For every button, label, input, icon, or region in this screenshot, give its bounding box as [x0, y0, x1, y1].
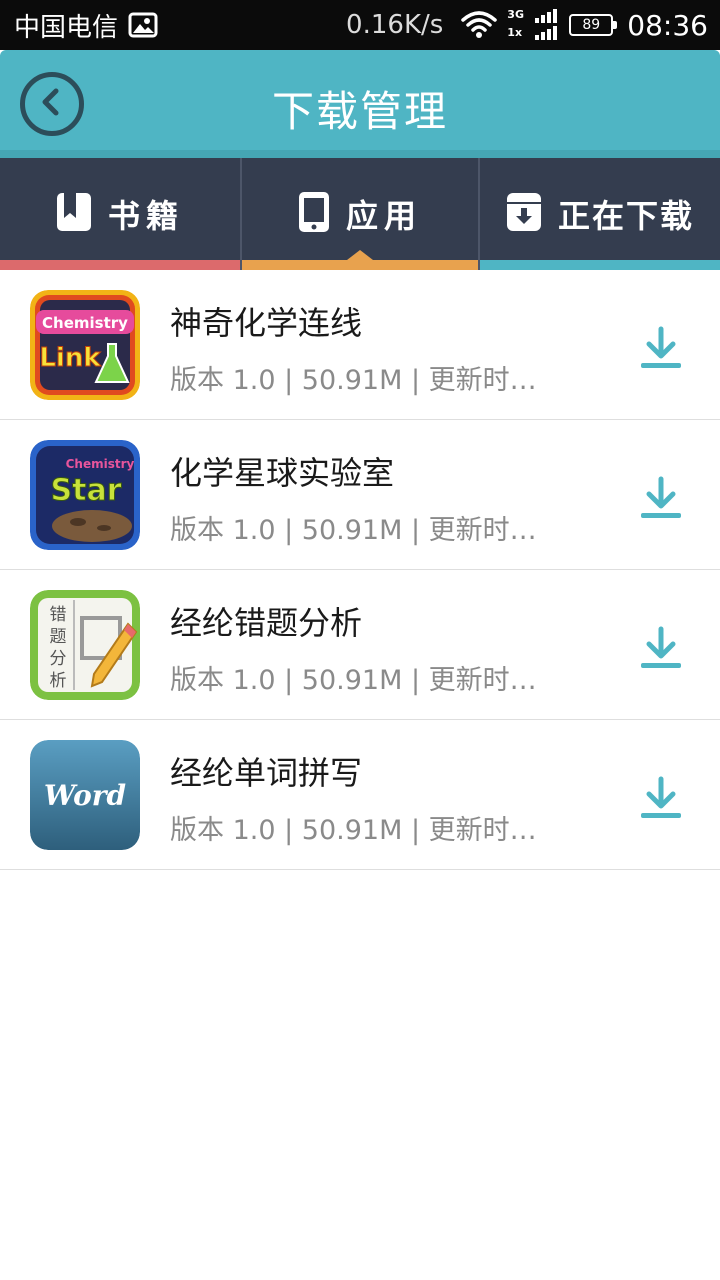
icon-text: Star — [51, 473, 122, 508]
download-button[interactable] — [638, 625, 684, 671]
status-time: 08:36 — [627, 8, 708, 42]
tab-books-indicator — [0, 260, 240, 270]
app-list: Chemistry Link 神奇化学连线 版本 1.0 | 50.91M | … — [0, 270, 720, 870]
header: 下载管理 — [0, 50, 720, 158]
tab-books[interactable]: 书籍 — [0, 158, 240, 270]
tab-apps-label: 应用 — [345, 197, 422, 235]
download-button[interactable] — [638, 325, 684, 371]
icon-text: Chemistry — [66, 457, 135, 471]
error-analysis-icon: 错 题 分 析 — [30, 590, 140, 700]
cellular-signal-icon: 3G 1x — [507, 8, 559, 42]
carrier-name: 中国电信 — [14, 12, 119, 43]
icon-text: 错 — [50, 605, 67, 625]
icon-text: 题 — [50, 627, 67, 647]
list-item[interactable]: 错 题 分 析 经纶错题分析 版本 1.0 | 50.91M | 更新时… — [0, 570, 720, 720]
phone-icon — [298, 191, 330, 237]
download-button[interactable] — [638, 475, 684, 521]
app-name: 经纶单词拼写 — [170, 754, 363, 792]
icon-text: Word — [44, 779, 126, 812]
tab-books-label: 书籍 — [107, 197, 184, 235]
download-icon — [641, 626, 681, 668]
app-name: 化学星球实验室 — [170, 454, 395, 492]
app-name: 经纶错题分析 — [170, 604, 363, 642]
network-speed: 0.16K/s — [346, 10, 444, 40]
icon-text: Chemistry — [42, 314, 128, 332]
app-meta: 版本 1.0 | 50.91M | 更新时… — [170, 365, 537, 396]
list-item[interactable]: Word 经纶单词拼写 版本 1.0 | 50.91M | 更新时… — [0, 720, 720, 870]
word-spelling-icon: Word — [30, 740, 140, 850]
app-meta: 版本 1.0 | 50.91M | 更新时… — [170, 665, 537, 696]
icon-text: 析 — [50, 671, 67, 691]
list-item[interactable]: Chemistry Link 神奇化学连线 版本 1.0 | 50.91M | … — [0, 270, 720, 420]
tab-downloading-indicator — [480, 260, 720, 270]
wifi-icon — [461, 10, 498, 40]
chemistry-star-icon: Chemistry Star — [30, 440, 140, 550]
image-notification-icon — [128, 12, 158, 38]
tab-bar: 书籍 应用 正在下载 — [0, 158, 720, 270]
battery-indicator: 89 — [569, 14, 618, 36]
status-bar: 中国电信 0.16K/s 3G 1x 89 08:36 — [0, 0, 720, 50]
status-right: 0.16K/s 3G 1x 89 08:36 — [346, 6, 708, 44]
icon-text: Link — [39, 343, 101, 373]
download-icon — [641, 476, 681, 518]
tab-apps[interactable]: 应用 — [240, 158, 480, 270]
tab-apps-indicator — [242, 260, 478, 270]
download-button[interactable] — [638, 775, 684, 821]
tab-downloading[interactable]: 正在下载 — [480, 158, 720, 270]
list-item[interactable]: Chemistry Star 化学星球实验室 版本 1.0 | 50.91M |… — [0, 420, 720, 570]
status-left: 中国电信 — [14, 6, 158, 44]
app-meta: 版本 1.0 | 50.91M | 更新时… — [170, 515, 537, 546]
chemistry-link-icon: Chemistry Link — [30, 290, 140, 400]
download-icon — [641, 776, 681, 818]
tab-downloading-label: 正在下载 — [557, 197, 694, 235]
page-title: 下载管理 — [271, 87, 448, 136]
app-name: 神奇化学连线 — [170, 304, 363, 342]
header-divider — [0, 150, 720, 158]
download-icon — [641, 326, 681, 368]
download-box-icon — [506, 192, 542, 236]
app-meta: 版本 1.0 | 50.91M | 更新时… — [170, 815, 537, 846]
icon-text: 分 — [50, 649, 67, 669]
active-tab-caret — [347, 250, 373, 260]
book-icon — [56, 192, 92, 236]
